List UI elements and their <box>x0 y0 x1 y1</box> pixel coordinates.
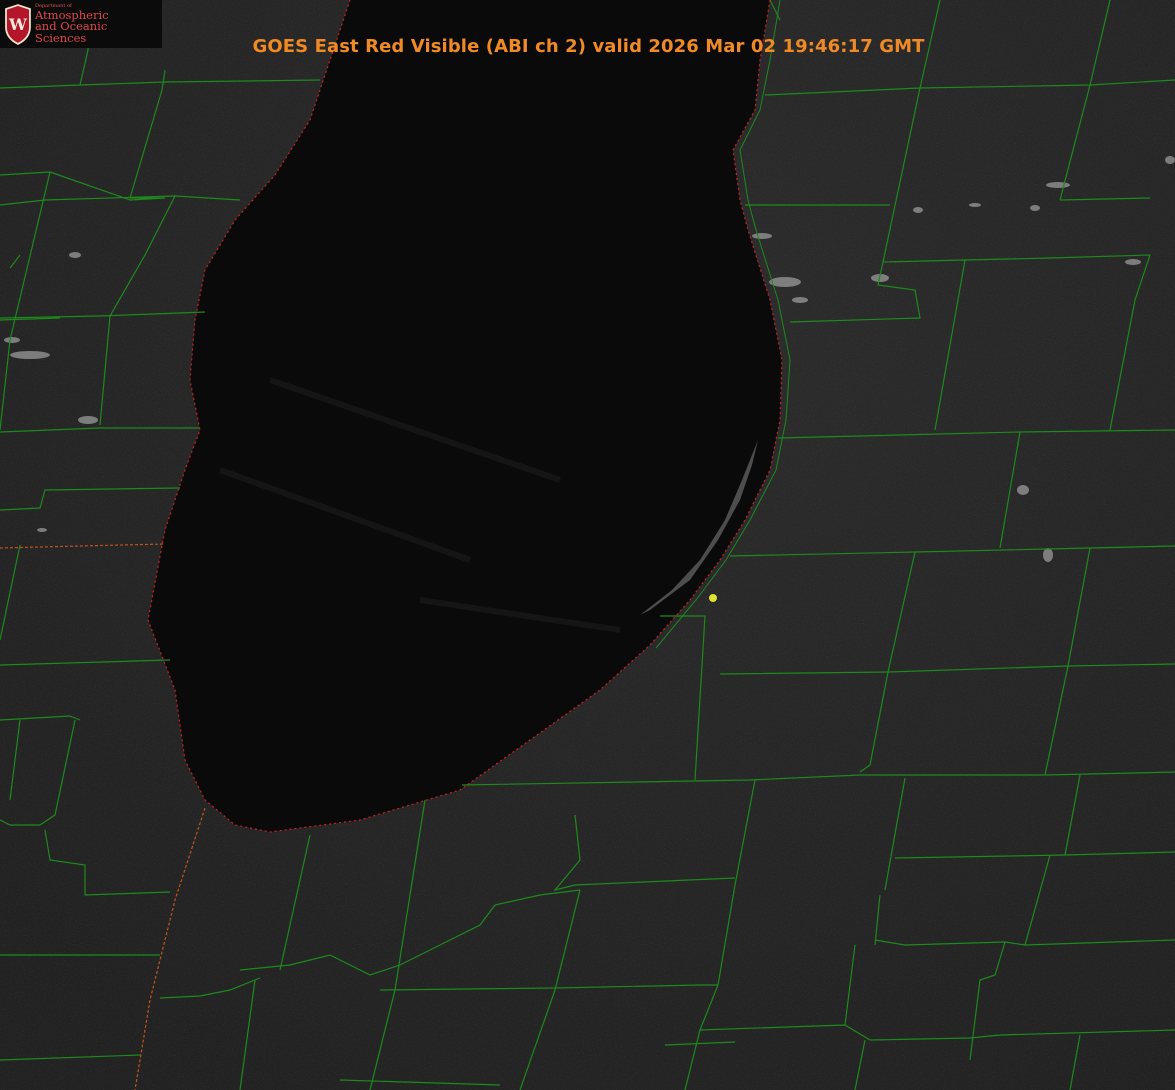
uw-crest-icon: W <box>5 4 31 45</box>
logo-line2: and Oceanic Sciences <box>34 19 108 45</box>
crest-letter: W <box>8 15 28 34</box>
satellite-map[interactable] <box>0 0 1175 1090</box>
map-title: GOES East Red Visible (ABI ch 2) valid 2… <box>252 36 925 57</box>
logo-text: Department of Atmospheric and Oceanic Sc… <box>34 3 162 45</box>
location-dot-icon[interactable] <box>709 594 717 602</box>
department-logo[interactable]: W Department of Atmospheric and Oceanic … <box>0 0 162 48</box>
